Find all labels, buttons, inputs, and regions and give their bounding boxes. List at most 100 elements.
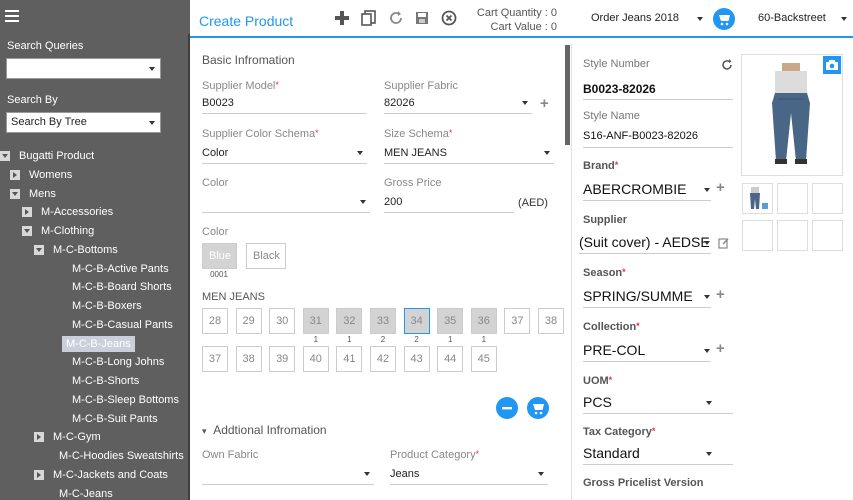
tree-item[interactable]: M-C-Bottoms bbox=[34, 242, 118, 258]
form-scrollbar[interactable] bbox=[565, 45, 570, 145]
tree-item-label: M-C-B-Suit Pants bbox=[72, 412, 158, 425]
supplier-model-label: Supplier Model* bbox=[202, 80, 279, 92]
size-button[interactable]: 29 bbox=[235, 308, 262, 334]
tree-item[interactable]: M-C-B-Casual Pants bbox=[72, 317, 173, 333]
tree-item[interactable]: M-C-Jeans bbox=[59, 486, 113, 500]
size-button[interactable]: 33 bbox=[370, 308, 396, 334]
expand-icon[interactable] bbox=[10, 169, 20, 180]
remove-button[interactable] bbox=[496, 397, 518, 419]
size-button[interactable]: 34 bbox=[403, 308, 430, 334]
size-button[interactable]: 43 bbox=[403, 346, 430, 372]
product-thumbnail-1[interactable] bbox=[742, 183, 773, 214]
tree-item[interactable]: Bugatti Product bbox=[0, 148, 94, 164]
own-fabric-select[interactable] bbox=[202, 467, 374, 485]
cart-button[interactable] bbox=[713, 8, 735, 30]
cancel-icon[interactable] bbox=[440, 10, 458, 28]
product-category-select[interactable]: Jeans bbox=[390, 467, 548, 485]
edit-icon[interactable] bbox=[718, 237, 730, 249]
size-button[interactable]: 31 bbox=[302, 308, 329, 334]
size-button[interactable]: 38 bbox=[538, 308, 564, 334]
tree-item-label: Mens bbox=[29, 187, 56, 200]
size-button[interactable]: 40 bbox=[302, 346, 329, 372]
menu-icon[interactable] bbox=[5, 10, 19, 22]
add-collection-icon[interactable]: + bbox=[716, 340, 725, 357]
collapse-icon[interactable] bbox=[34, 244, 44, 255]
product-thumbnail-2[interactable] bbox=[777, 183, 808, 214]
expand-icon[interactable] bbox=[22, 207, 32, 218]
supplier-select[interactable]: (Suit cover) - AEDSE bbox=[579, 234, 711, 254]
supplier-label: Supplier bbox=[583, 214, 628, 226]
tree-item[interactable]: Womens bbox=[10, 167, 72, 183]
refresh-icon[interactable] bbox=[387, 10, 405, 28]
supplier-fabric-select[interactable]: 82026 bbox=[384, 96, 532, 114]
color-select[interactable] bbox=[202, 195, 370, 213]
color-button-black[interactable]: Black bbox=[246, 243, 286, 269]
collection-select[interactable]: PRE-COL bbox=[583, 342, 711, 362]
tree-item[interactable]: M-C-B-Shorts bbox=[72, 373, 139, 389]
search-queries-select[interactable] bbox=[6, 58, 161, 79]
gross-pricelist-label: Gross Pricelist Version bbox=[583, 477, 704, 489]
tree-item[interactable]: M-Clothing bbox=[22, 223, 94, 239]
style-details-panel: Style Number B0023-82026 Style Name S16-… bbox=[576, 44, 736, 500]
store-select[interactable]: 60-Backstreet bbox=[758, 12, 826, 24]
product-thumbnail-5[interactable] bbox=[777, 220, 808, 251]
size-button[interactable]: 45 bbox=[470, 346, 497, 372]
size-button[interactable]: 32 bbox=[336, 308, 363, 334]
refresh-icon[interactable] bbox=[720, 58, 734, 72]
tree-item[interactable]: M-C-B-Suit Pants bbox=[72, 411, 158, 427]
size-button[interactable]: 42 bbox=[370, 346, 396, 372]
tree-item-label: M-Accessories bbox=[41, 206, 114, 219]
camera-button[interactable] bbox=[823, 56, 841, 74]
size-button[interactable]: 44 bbox=[437, 346, 464, 372]
chevron-down-icon bbox=[149, 121, 155, 125]
size-schema-select[interactable]: MEN JEANS bbox=[384, 146, 554, 164]
expand-icon[interactable] bbox=[34, 469, 44, 480]
tree-item[interactable]: Mens bbox=[10, 186, 56, 202]
color-schema-select[interactable]: Color bbox=[202, 146, 367, 164]
add-to-cart-button[interactable] bbox=[527, 397, 549, 419]
copy-icon[interactable] bbox=[360, 10, 378, 28]
season-select[interactable]: SPRING/SUMME bbox=[583, 288, 711, 308]
add-icon[interactable] bbox=[333, 10, 351, 28]
size-button[interactable]: 30 bbox=[269, 308, 296, 334]
product-thumbnail-4[interactable] bbox=[742, 220, 773, 251]
chevron-down-icon bbox=[357, 151, 363, 155]
tree-item[interactable]: M-C-B-Active Pants bbox=[72, 261, 169, 277]
tree-item[interactable]: M-C-B-Boxers bbox=[72, 298, 142, 314]
add-season-icon[interactable]: + bbox=[716, 286, 725, 303]
size-button[interactable]: 28 bbox=[202, 308, 228, 334]
product-thumbnail-3[interactable] bbox=[812, 183, 843, 214]
tree-item[interactable]: M-C-B-Long Johns bbox=[72, 354, 164, 370]
order-select[interactable]: Order Jeans 2018 bbox=[591, 12, 679, 24]
size-button[interactable]: 37 bbox=[202, 346, 228, 372]
add-brand-icon[interactable]: + bbox=[716, 179, 725, 196]
color-button-blue[interactable]: Blue bbox=[202, 243, 237, 269]
supplier-model-input[interactable]: B0023 bbox=[202, 96, 367, 114]
save-icon[interactable] bbox=[413, 10, 431, 28]
collapse-icon[interactable] bbox=[22, 226, 32, 236]
tree-item[interactable]: M-C-B-Sleep Bottoms bbox=[72, 392, 179, 408]
gross-price-input[interactable]: 200 bbox=[384, 195, 514, 213]
tree-item[interactable]: M-C-B-Board Shorts bbox=[72, 279, 172, 295]
tree-item[interactable]: M-C-Jackets and Coats bbox=[34, 467, 168, 483]
size-button[interactable]: 35 bbox=[437, 308, 464, 334]
collapse-icon[interactable] bbox=[10, 188, 20, 199]
additional-info-toggle[interactable]: ▾ Addtional Infromation bbox=[202, 423, 327, 437]
tree-item[interactable]: M-C-B-Jeans bbox=[62, 335, 135, 352]
tree-item[interactable]: M-C-Gym bbox=[34, 429, 101, 445]
expand-icon[interactable] bbox=[34, 432, 44, 443]
product-main-image[interactable] bbox=[741, 54, 843, 176]
product-thumbnail-6[interactable] bbox=[812, 220, 843, 251]
search-by-select[interactable]: Search By Tree bbox=[6, 112, 161, 133]
brand-select[interactable]: ABERCROMBIE bbox=[583, 181, 711, 201]
camera-icon bbox=[826, 60, 838, 70]
size-button[interactable]: 38 bbox=[235, 346, 262, 372]
size-button[interactable]: 39 bbox=[269, 346, 296, 372]
tree-item[interactable]: M-Accessories bbox=[22, 204, 113, 220]
add-fabric-icon[interactable]: + bbox=[540, 95, 549, 112]
size-button[interactable]: 37 bbox=[504, 308, 531, 334]
collapse-icon[interactable] bbox=[0, 151, 10, 161]
tree-item[interactable]: M-C-Hoodies Sweatshirts bbox=[59, 448, 184, 464]
size-button[interactable]: 36 bbox=[470, 308, 497, 334]
size-button[interactable]: 41 bbox=[336, 346, 363, 372]
